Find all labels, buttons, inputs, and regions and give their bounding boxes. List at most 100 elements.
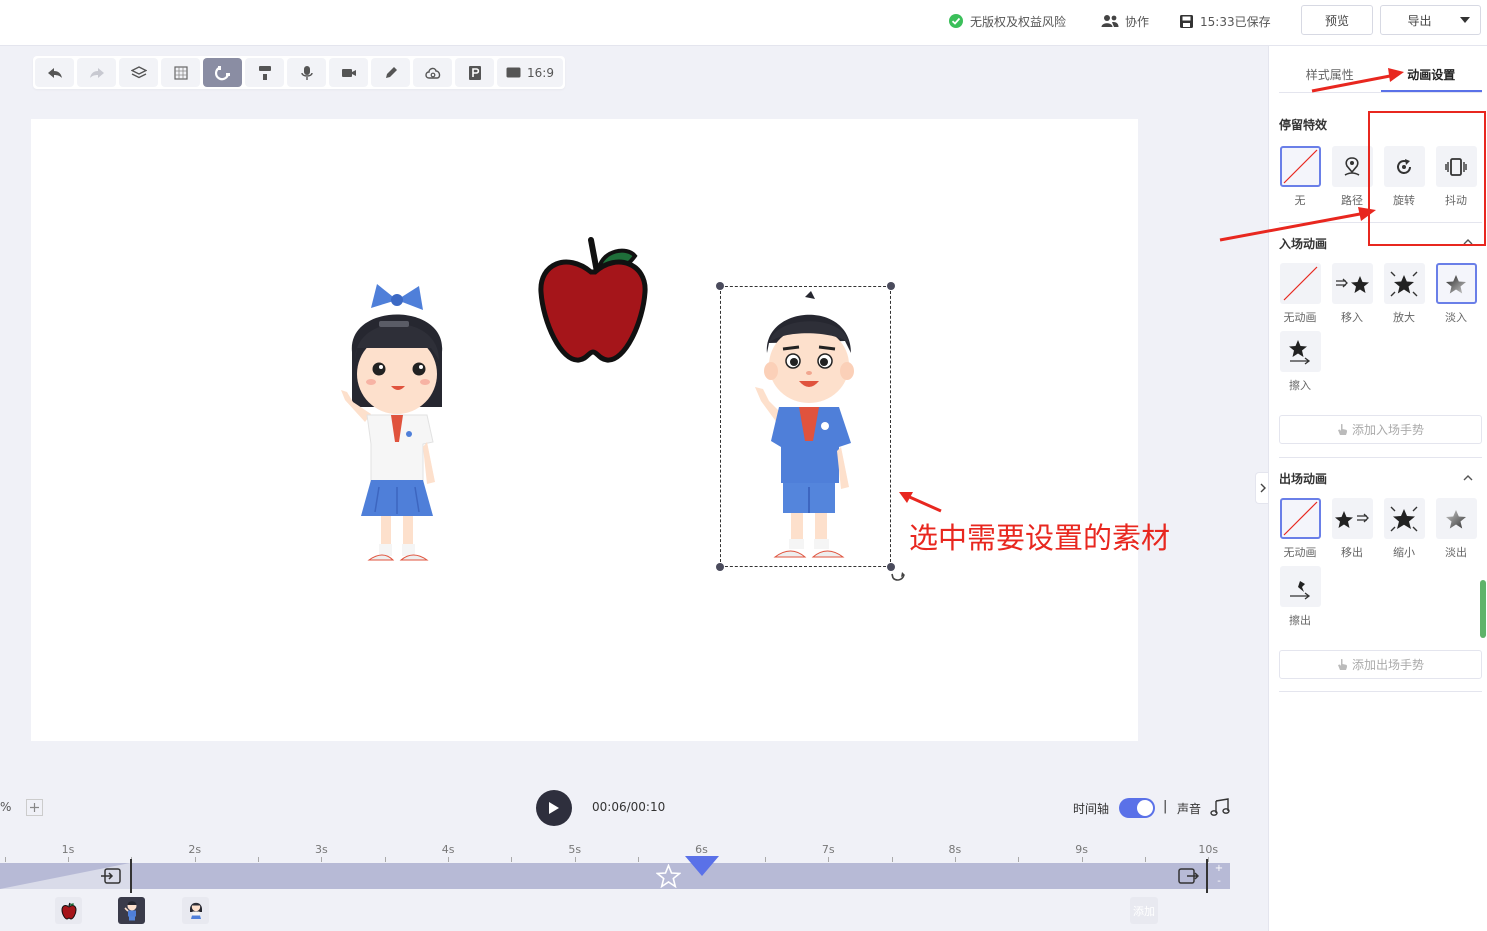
ruler-tick: [1081, 857, 1083, 862]
save-status[interactable]: 15:33已保存: [1179, 12, 1271, 30]
girl-layer-thumbnail[interactable]: [182, 897, 209, 924]
exit-none-option[interactable]: 无动画: [1279, 498, 1321, 560]
top-bar: 无版权及权益风险 协作 15:33已保存 预览 导出: [0, 0, 1487, 46]
layers-button[interactable]: [119, 58, 158, 87]
exit-zoom-out-option[interactable]: 缩小: [1383, 498, 1425, 560]
panel-collapse-toggle[interactable]: [1255, 472, 1269, 504]
enter-none-label: 无动画: [1283, 311, 1317, 324]
ruler-tick: [4, 857, 6, 862]
export-button[interactable]: 导出: [1380, 5, 1481, 35]
copyright-status[interactable]: 无版权及权益风险: [948, 12, 1066, 30]
annotation-arrow-icon: [1219, 207, 1376, 242]
timeline-ruler[interactable]: 1s 2s 3s 4s 5s 6s 7s 8s 9s 10s: [0, 843, 1230, 863]
magnet-button[interactable]: [203, 58, 242, 87]
enter-move-in-option[interactable]: 移入: [1331, 263, 1373, 325]
zoom-in-button[interactable]: [26, 799, 43, 816]
stage-canvas[interactable]: 选中需要设置的素材: [31, 119, 1170, 741]
annotation-arrow-icon: [1311, 68, 1404, 93]
ruler-tick-label: 8s: [948, 843, 962, 856]
ruler-tick: [891, 857, 893, 862]
exit-move-out-option[interactable]: 移出: [1331, 498, 1373, 560]
magnet-icon: [214, 65, 230, 80]
sound-label: 声音: [1177, 802, 1202, 816]
exit-wipe-out-option[interactable]: 擦出: [1279, 566, 1321, 628]
editor-toolbar: 16:9: [33, 56, 565, 89]
add-enter-gesture-label: 添加入场手势: [1351, 423, 1424, 437]
save-status-text: 15:33已保存: [1200, 14, 1271, 29]
ruler-tick: [258, 857, 260, 862]
add-exit-gesture-button[interactable]: 添加出场手势: [1279, 650, 1482, 679]
enter-wipe-in-option[interactable]: 擦入: [1279, 331, 1321, 393]
chevron-up-icon[interactable]: [1463, 474, 1473, 481]
p-document-icon: [468, 65, 481, 80]
resize-handle[interactable]: [716, 282, 724, 290]
panel-scrollbar[interactable]: [1480, 580, 1486, 638]
enter-wipe-in-label: 擦入: [1289, 379, 1311, 392]
enter-none-option[interactable]: 无动画: [1279, 263, 1321, 325]
ruler-tick: [828, 857, 830, 862]
undo-icon: [47, 67, 62, 78]
exit-animation-grid: 无动画 移出 缩小 淡出 擦出: [1279, 498, 1477, 628]
divider: [1279, 457, 1482, 458]
add-enter-gesture-button[interactable]: 添加入场手势: [1279, 415, 1482, 444]
rotate-handle-icon[interactable]: [890, 566, 908, 584]
chevron-down-icon[interactable]: [1460, 17, 1470, 24]
track-right-marker: [1206, 859, 1208, 893]
grid-button[interactable]: [161, 58, 200, 87]
music-note-icon[interactable]: [1210, 798, 1230, 816]
screen-ratio-icon: [506, 67, 521, 78]
pen-button[interactable]: [371, 58, 410, 87]
apple-layer-thumbnail[interactable]: [55, 897, 82, 924]
ruler-tick-label: 7s: [821, 843, 835, 856]
exit-animation-title: 出场动画: [1279, 472, 1328, 486]
track-zoom-out-button[interactable]: -: [1212, 876, 1226, 888]
collab-button[interactable]: 协作: [1101, 12, 1149, 30]
path-pin-icon: [1331, 146, 1373, 187]
selected-boy-element[interactable]: [716, 282, 905, 581]
preview-button[interactable]: 预览: [1301, 5, 1373, 35]
add-exit-gesture-label: 添加出场手势: [1351, 658, 1424, 672]
enter-fade-in-option[interactable]: 淡入: [1435, 263, 1477, 325]
enter-fade-in-label: 淡入: [1445, 311, 1467, 324]
boy-layer-thumbnail[interactable]: [118, 897, 145, 924]
ruler-tick-label: 10s: [1198, 843, 1219, 856]
plus-icon: [30, 803, 39, 812]
undo-button[interactable]: [35, 58, 74, 87]
playhead-marker-icon[interactable]: [684, 855, 720, 877]
move-in-star-icon: [1331, 263, 1373, 304]
format-painter-button[interactable]: [245, 58, 284, 87]
ruler-tick-label: 9s: [1075, 843, 1088, 856]
track-zoom-in-button[interactable]: +: [1212, 863, 1226, 875]
ruler-tick: [764, 857, 766, 862]
timeline-track[interactable]: + -: [0, 859, 1230, 893]
aspect-ratio-button[interactable]: 16:9: [497, 58, 563, 87]
ruler-tick: [1144, 857, 1146, 862]
video-camera-icon: [341, 68, 356, 77]
cloud-button[interactable]: [413, 58, 452, 87]
exit-animation-icon[interactable]: [1178, 868, 1199, 884]
play-button[interactable]: [536, 790, 572, 826]
apple-sticker[interactable]: [537, 236, 649, 368]
ruler-tick-label: 1s: [61, 843, 75, 856]
enter-animation-icon[interactable]: [101, 868, 121, 884]
enter-animation-grid: 无动画 移入 放大 淡入 擦入: [1279, 263, 1477, 393]
exit-fade-out-option[interactable]: 淡出: [1435, 498, 1477, 560]
star-keyframe-icon[interactable]: [656, 864, 681, 888]
camera-button[interactable]: [329, 58, 368, 87]
timeline-toggle[interactable]: [1119, 798, 1155, 818]
enter-zoom-in-option[interactable]: 放大: [1383, 263, 1425, 325]
zoom-percent: %: [0, 800, 12, 814]
resize-handle[interactable]: [716, 563, 724, 571]
collab-label: 协作: [1125, 14, 1150, 29]
ppt-button[interactable]: [455, 58, 494, 87]
voice-button[interactable]: [287, 58, 326, 87]
stay-none-option[interactable]: 无: [1279, 146, 1321, 208]
girl-character[interactable]: [327, 282, 467, 572]
ruler-tick: [1018, 857, 1020, 862]
add-layer-button[interactable]: 添加: [1130, 897, 1158, 924]
stay-path-option[interactable]: 路径: [1331, 146, 1373, 208]
paint-roller-icon: [258, 65, 271, 80]
redo-button[interactable]: [77, 58, 116, 87]
ruler-tick: [954, 857, 956, 862]
resize-handle[interactable]: [887, 282, 895, 290]
